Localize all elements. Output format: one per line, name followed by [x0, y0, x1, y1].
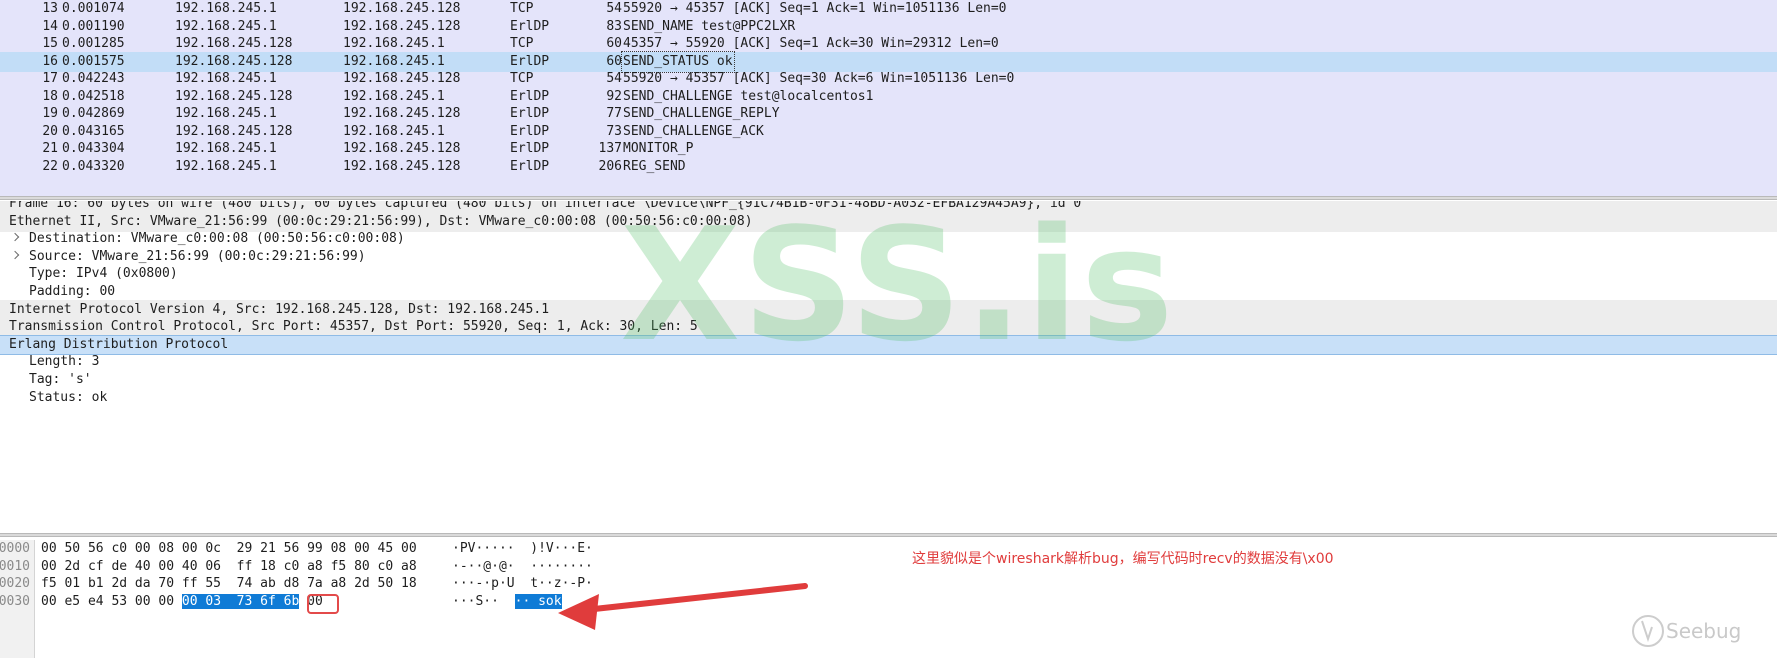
ascii-bytes[interactable]: ·-··@·@· ········ [452, 558, 593, 576]
annotation-arrow [558, 583, 808, 630]
pane-splitter-bottom[interactable] [0, 533, 1777, 537]
byte-offset: 0000 [0, 541, 30, 556]
annotation-note: 这里貌似是个wireshark解析bug，编写代码时recv的数据没有\x00 [912, 551, 1334, 567]
packet-bytes-pane[interactable]: 0000 00 50 56 c0 00 08 00 0c 29 21 56 99 … [0, 540, 1777, 658]
hex-bytes[interactable]: f5 01 b1 2d da 70 ff 55 74 ab d8 7a a8 2… [41, 575, 417, 593]
hex-text: 00 2d cf de 40 00 40 06 ff 18 c0 a8 f5 8… [41, 558, 417, 574]
watermark: XSS.is [620, 194, 1176, 376]
hex-text: f5 01 b1 2d da 70 ff 55 74 ab d8 7a a8 2… [41, 576, 417, 591]
hex-bytes[interactable]: 00 e5 e4 53 00 00 00 03 73 6f 6b 00 [41, 593, 323, 611]
packet-info: REG_SEND [623, 158, 686, 174]
packet-list[interactable]: 13 0.001074 192.168.245.1 192.168.245.128 TC… [0, 0, 1777, 197]
detail-field[interactable]: Status: ok [0, 388, 1777, 408]
ascii-text: ·PV····· )!V···E· [452, 541, 593, 556]
hex-bytes[interactable]: 00 50 56 c0 00 08 00 0c 29 21 56 99 08 0… [41, 540, 417, 558]
ascii-text: ·-··@·@· ········ [452, 558, 593, 574]
seebug-logo-text: Seebug [1666, 619, 1742, 643]
hex-bytes[interactable]: 00 2d cf de 40 00 40 06 ff 18 c0 a8 f5 8… [41, 558, 417, 576]
detail-text: Erlang Distribution Protocol [9, 336, 229, 352]
ascii-bytes[interactable]: ·PV····· )!V···E· [452, 540, 593, 558]
detail-text: Status: ok [29, 389, 108, 405]
packet-row[interactable]: 22 0.043320 192.168.245.1 192.168.245.128 Er… [0, 157, 1777, 177]
hex-text: 00 50 56 c0 00 08 00 0c 29 21 56 99 08 0… [41, 541, 417, 556]
packet-length: 206 [598, 158, 622, 174]
byte-offset: 0030 [0, 593, 30, 609]
byte-offset: 0020 [0, 576, 30, 591]
packet-number: 22 [42, 158, 58, 174]
hex-text: 00 e5 e4 53 00 00 [41, 593, 182, 609]
hex-selected: 00 03 73 6f 6b [181, 593, 300, 609]
byte-offset: 0010 [0, 558, 30, 574]
ascii-bytes[interactable]: ···S·· ·· sok [452, 593, 562, 611]
ascii-text: ···S·· [452, 593, 515, 609]
packet-protocol: ErlDP [510, 158, 550, 174]
chevron-right-icon[interactable] [10, 250, 20, 260]
packet-destination: 192.168.245.128 [343, 158, 461, 174]
null-byte-marker [307, 594, 339, 614]
chevron-right-icon[interactable] [10, 232, 20, 242]
packet-source: 192.168.245.1 [175, 158, 277, 174]
packet-time: 0.043320 [62, 158, 125, 174]
